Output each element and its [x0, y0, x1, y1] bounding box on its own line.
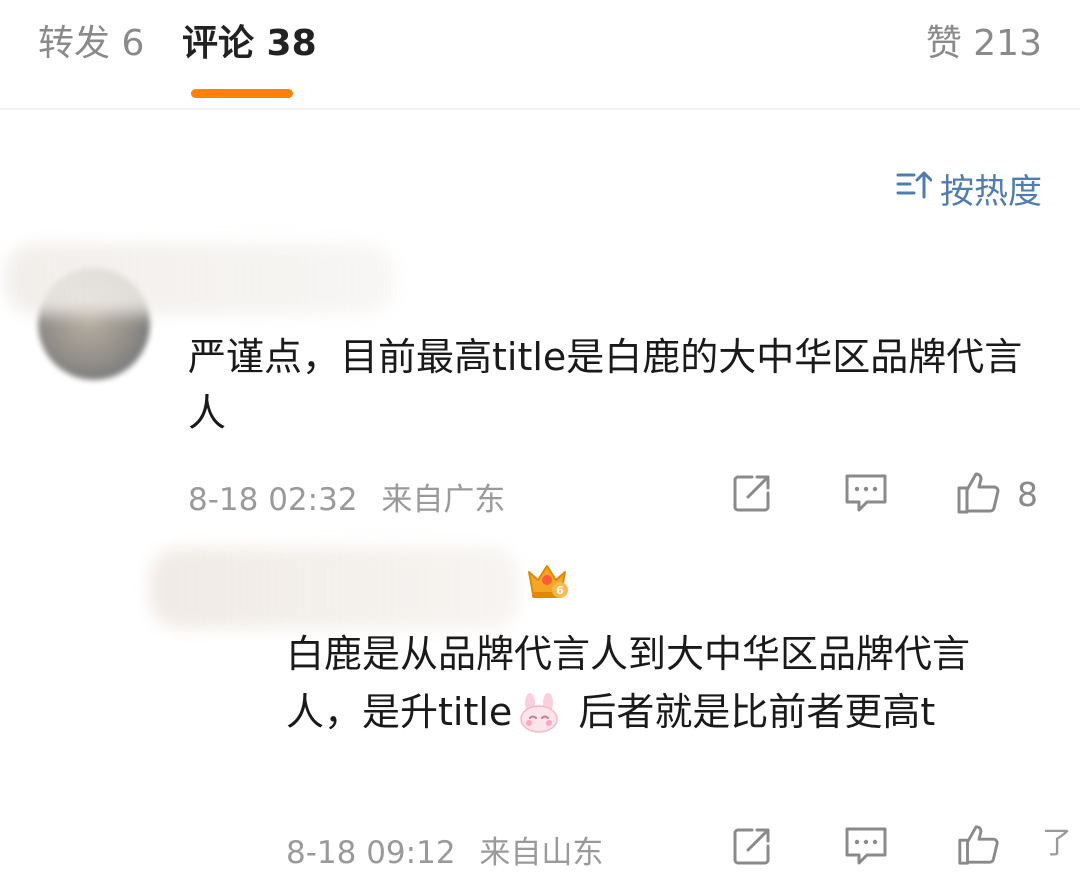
share-button[interactable]	[730, 824, 774, 872]
comment-meta: 8-18 09:12 来自山东	[286, 827, 603, 872]
comment-location: 来自广东	[381, 482, 506, 518]
reply-button[interactable]	[843, 824, 889, 872]
share-icon	[730, 824, 774, 872]
thumbs-up-icon	[955, 468, 1003, 520]
comment-text: 严谨点，目前最高title是白鹿的大中华区品牌代言人	[188, 335, 1023, 435]
comment-time: 8-18 09:12	[286, 835, 456, 871]
watermark-corner-text: 了	[1040, 818, 1074, 862]
tab-repost[interactable]: 转发 6	[38, 22, 144, 66]
tab-comments[interactable]: 评论 38	[182, 22, 317, 66]
thumbs-up-icon	[955, 821, 1003, 871]
active-tab-indicator	[191, 89, 293, 98]
sort-label: 按热度	[940, 171, 1042, 212]
badge-level: 6	[556, 584, 564, 597]
reply-button[interactable]	[843, 471, 889, 519]
bunny-emoji-icon	[516, 691, 562, 733]
username-redacted[interactable]	[5, 244, 395, 314]
sort-toggle[interactable]: 按热度	[896, 166, 1042, 212]
like-button[interactable]: 8	[955, 468, 1038, 520]
like-button[interactable]	[955, 821, 1003, 871]
comment-meta: 8-18 02:32 来自广东	[188, 474, 505, 519]
tab-likes[interactable]: 赞 213	[926, 22, 1042, 66]
comment-icon	[843, 471, 889, 519]
tab-bar: 转发 6 评论 38 赞 213	[0, 0, 1080, 110]
like-count: 8	[1017, 474, 1038, 514]
sort-icon	[896, 167, 940, 210]
comment-icon	[843, 824, 889, 872]
comment-time: 8-18 02:32	[188, 482, 358, 518]
comment-location: 来自山东	[479, 835, 604, 871]
username-redacted[interactable]	[150, 548, 520, 628]
comment-text: 白鹿是从品牌代言人到大中华区品牌代言人，是升title 后者就是比前者更高t	[286, 632, 971, 734]
vip-crown-badge: 6	[524, 556, 570, 606]
share-icon	[730, 471, 774, 519]
share-button[interactable]	[730, 471, 774, 519]
